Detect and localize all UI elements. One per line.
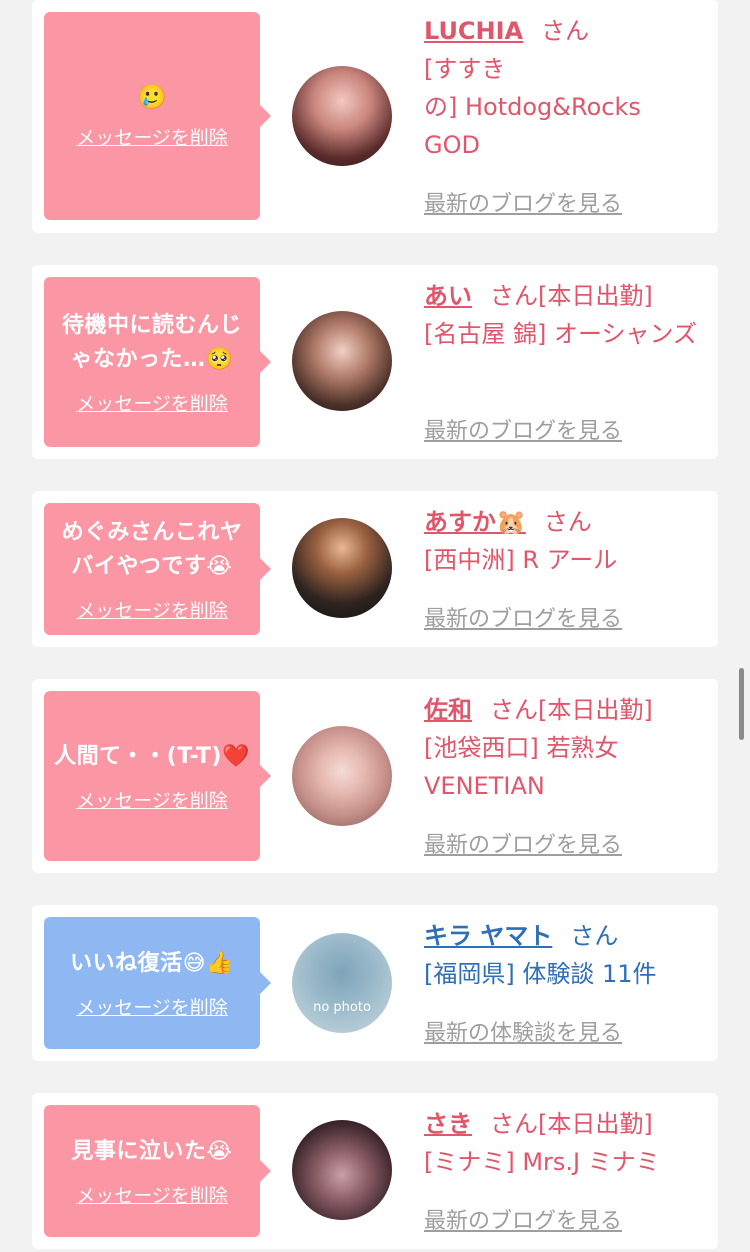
message-card: 待機中に読むんじゃなかった…🥺 メッセージを削除 あい さん[本日出勤] [名古屋… <box>32 265 718 459</box>
profile-info: さき さん[本日出勤] [ミナミ] Mrs.J ミナミ <box>424 1105 704 1181</box>
profile-name-link[interactable]: さき <box>424 1110 472 1138</box>
blog-link[interactable]: 最新のブログを見る <box>424 1203 622 1235</box>
blog-link[interactable]: 最新のブログを見る <box>424 186 622 218</box>
review-link[interactable]: 最新の体験談を見る <box>424 1015 622 1047</box>
message-bubble: 待機中に読むんじゃなかった…🥺 メッセージを削除 <box>44 277 271 447</box>
delete-message-link[interactable]: メッセージを削除 <box>76 993 228 1020</box>
blog-link[interactable]: 最新のブログを見る <box>424 413 622 445</box>
delete-message-link[interactable]: メッセージを削除 <box>76 596 228 623</box>
message-text: 🥲 <box>137 82 167 111</box>
delete-message-link[interactable]: メッセージを削除 <box>76 123 228 150</box>
name-suffix: さん <box>543 508 592 536</box>
delete-message-link[interactable]: メッセージを削除 <box>76 1181 228 1208</box>
profile-name-link[interactable]: あい <box>424 282 472 310</box>
message-card: 人間て・・(T-T)❤️ メッセージを削除 佐和 さん[本日出勤] [池袋西口] … <box>32 679 718 873</box>
name-suffix: さん <box>570 922 619 950</box>
message-bubble: いいね復活😅👍 メッセージを削除 <box>44 917 271 1049</box>
avatar[interactable] <box>292 66 392 166</box>
avatar[interactable] <box>292 518 392 618</box>
name-suffix: さん[本日出勤] <box>490 696 653 724</box>
profile-info: 佐和 さん[本日出勤] [池袋西口] 若熟女VENETIAN <box>424 691 704 805</box>
avatar[interactable] <box>292 726 392 826</box>
avatar[interactable] <box>292 311 392 411</box>
avatar[interactable] <box>292 1120 392 1220</box>
avatar[interactable]: no photo <box>292 933 392 1033</box>
message-card: 見事に泣いた😭 メッセージを削除 さき さん[本日出勤] [ミナミ] Mrs.J … <box>32 1093 718 1249</box>
message-text: 人間て・・(T-T)❤️ <box>54 743 250 769</box>
message-bubble: 人間て・・(T-T)❤️ メッセージを削除 <box>44 691 271 861</box>
name-suffix: さん <box>541 17 590 45</box>
profile-info: あい さん[本日出勤] [名古屋 錦] オーシャンズ <box>424 277 704 353</box>
no-photo-label: no photo <box>313 1000 371 1015</box>
delete-message-link[interactable]: メッセージを削除 <box>76 389 228 416</box>
profile-name-link[interactable]: LUCHIA <box>424 17 523 45</box>
shop-detail: [すすき の] Hotdog&Rocks GOD <box>424 55 641 159</box>
review-detail: [福岡県] 体験談 11件 <box>424 960 657 988</box>
message-text: 見事に泣いた😭 <box>71 1138 233 1164</box>
message-bubble: 🥲 メッセージを削除 <box>44 12 271 220</box>
delete-message-link[interactable]: メッセージを削除 <box>76 786 228 813</box>
shop-detail: [名古屋 錦] オーシャンズ <box>424 320 698 348</box>
shop-detail: [ミナミ] Mrs.J ミナミ <box>424 1148 660 1176</box>
profile-info: LUCHIA さん [すすき の] Hotdog&Rocks GOD <box>424 12 704 164</box>
shop-detail: [池袋西口] 若熟女VENETIAN <box>424 734 619 800</box>
profile-info: キラ ヤマト さん [福岡県] 体験談 11件 <box>424 917 704 993</box>
scrollbar[interactable] <box>739 668 744 740</box>
message-card: 🥲 メッセージを削除 LUCHIA さん [すすき の] Hotdog&Rocks… <box>32 0 718 233</box>
message-text: いいね復活😅👍 <box>70 950 234 976</box>
profile-name-link[interactable]: キラ ヤマト <box>424 922 552 950</box>
profile-name-link[interactable]: あすか🐹 <box>424 508 526 536</box>
message-card: めぐみさんこれヤバイやつです😭 メッセージを削除 あすか🐹 さん [西中洲] R … <box>32 491 718 647</box>
message-bubble: めぐみさんこれヤバイやつです😭 メッセージを削除 <box>44 503 271 635</box>
message-text: 待機中に読むんじゃなかった…🥺 <box>61 312 242 372</box>
profile-name-link[interactable]: 佐和 <box>424 696 472 724</box>
blog-link[interactable]: 最新のブログを見る <box>424 601 622 633</box>
blog-link[interactable]: 最新のブログを見る <box>424 827 622 859</box>
message-card: いいね復活😅👍 メッセージを削除 no photo キラ ヤマト さん [福岡県]… <box>32 905 718 1061</box>
profile-info: あすか🐹 さん [西中洲] R アール <box>424 503 704 579</box>
name-suffix: さん[本日出勤] <box>490 1110 653 1138</box>
name-suffix: さん[本日出勤] <box>490 282 653 310</box>
shop-detail: [西中洲] R アール <box>424 546 618 574</box>
message-text: めぐみさんこれヤバイやつです😭 <box>61 519 243 579</box>
message-bubble: 見事に泣いた😭 メッセージを削除 <box>44 1105 271 1237</box>
